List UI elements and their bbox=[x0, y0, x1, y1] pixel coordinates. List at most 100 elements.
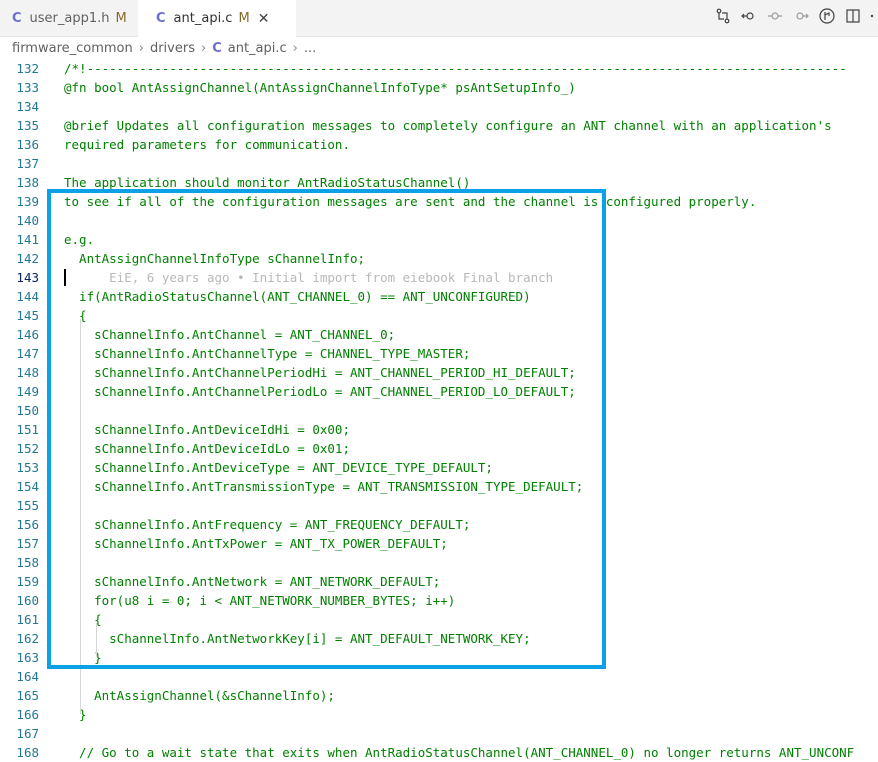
line-number: 156 bbox=[16, 517, 39, 532]
code-line[interactable]: 154 sChannelInfo.AntTransmissionType = A… bbox=[0, 477, 878, 496]
line-number: 163 bbox=[16, 650, 39, 665]
code-line[interactable]: 132 /*!----------------------------------… bbox=[0, 59, 878, 78]
code-line[interactable]: 142 AntAssignChannelInfoType sChannelInf… bbox=[0, 249, 878, 268]
commit-icon[interactable] bbox=[762, 8, 788, 28]
code-line[interactable]: 165 AntAssignChannel(&sChannelInfo); bbox=[0, 686, 878, 705]
code-text: /*!-------------------------------------… bbox=[64, 61, 847, 76]
code-line[interactable]: 153 sChannelInfo.AntDeviceType = ANT_DEV… bbox=[0, 458, 878, 477]
code-text: sChannelInfo.AntNetwork = ANT_NETWORK_DE… bbox=[64, 574, 441, 589]
code-line[interactable]: 133 @fn bool AntAssignChannel(AntAssignCh… bbox=[0, 78, 878, 97]
line-number: 157 bbox=[16, 536, 39, 551]
code-line[interactable]: 136 required parameters for communication… bbox=[0, 135, 878, 154]
code-line[interactable]: 140 bbox=[0, 211, 878, 230]
code-line[interactable]: 150 bbox=[0, 401, 878, 420]
code-line[interactable]: 158 bbox=[0, 553, 878, 572]
code-text: if(AntRadioStatusChannel(ANT_CHANNEL_0) … bbox=[64, 289, 531, 304]
code-line[interactable]: 134 bbox=[0, 97, 878, 116]
line-number: 146 bbox=[16, 327, 39, 342]
line-number: 149 bbox=[16, 384, 39, 399]
code-text: sChannelInfo.AntChannelType = CHANNEL_TY… bbox=[64, 346, 471, 361]
indent-guide bbox=[96, 623, 97, 657]
code-line[interactable]: 168 // Go to a wait state that exits whe… bbox=[0, 743, 878, 762]
source-control-compare-icon[interactable] bbox=[710, 8, 736, 28]
code-text: e.g. bbox=[64, 232, 95, 247]
code-text: @brief Updates all configuration message… bbox=[64, 118, 832, 133]
line-number: 168 bbox=[16, 745, 39, 760]
line-number: 167 bbox=[16, 726, 39, 741]
line-number: 164 bbox=[16, 669, 39, 684]
code-line[interactable]: 157 sChannelInfo.AntTxPower = ANT_TX_POW… bbox=[0, 534, 878, 553]
code-line[interactable]: 145 { bbox=[0, 306, 878, 325]
previous-change-icon[interactable] bbox=[736, 8, 762, 28]
line-number: 148 bbox=[16, 365, 39, 380]
git-graph-icon[interactable] bbox=[814, 8, 840, 28]
split-editor-icon[interactable] bbox=[840, 8, 866, 28]
line-number: 159 bbox=[16, 574, 39, 589]
code-line[interactable]: 137 bbox=[0, 154, 878, 173]
code-text: sChannelInfo.AntTxPower = ANT_TX_POWER_D… bbox=[64, 536, 448, 551]
code-line[interactable]: 148 sChannelInfo.AntChannelPeriodHi = AN… bbox=[0, 363, 878, 382]
line-number: 152 bbox=[16, 441, 39, 456]
code-line[interactable]: 159 sChannelInfo.AntNetwork = ANT_NETWOR… bbox=[0, 572, 878, 591]
line-number: 144 bbox=[16, 289, 39, 304]
code-line[interactable]: 143 EiE, 6 years ago • Initial import fr… bbox=[0, 268, 878, 287]
code-line[interactable]: 141 e.g. bbox=[0, 230, 878, 249]
modified-indicator: M bbox=[115, 10, 127, 26]
code-text: sChannelInfo.AntDeviceIdHi = 0x00; bbox=[64, 422, 350, 437]
chevron-right-icon: › bbox=[200, 40, 207, 56]
code-text: to see if all of the configuration messa… bbox=[64, 194, 757, 209]
code-line[interactable]: 167 bbox=[0, 724, 878, 743]
code-line[interactable]: 149 sChannelInfo.AntChannelPeriodLo = AN… bbox=[0, 382, 878, 401]
code-line[interactable]: 162 sChannelInfo.AntNetworkKey[i] = ANT_… bbox=[0, 629, 878, 648]
line-number: 134 bbox=[16, 99, 39, 114]
code-line[interactable]: 161 { bbox=[0, 610, 878, 629]
line-number: 158 bbox=[16, 555, 39, 570]
breadcrumb-item-firmware-common[interactable]: firmware_common bbox=[12, 41, 133, 56]
tab-ant-api-c[interactable]: C ant_api.c M ✕ bbox=[138, 0, 296, 37]
line-number: 166 bbox=[16, 707, 39, 722]
code-text: sChannelInfo.AntChannelPeriodLo = ANT_CH… bbox=[64, 384, 576, 399]
text-cursor bbox=[64, 269, 66, 286]
line-number: 138 bbox=[16, 175, 39, 190]
code-line[interactable]: 156 sChannelInfo.AntFrequency = ANT_FREQ… bbox=[0, 515, 878, 534]
code-line[interactable]: 163 } bbox=[0, 648, 878, 667]
c-file-icon: C bbox=[156, 11, 166, 26]
breadcrumb-item-file[interactable]: ant_api.c bbox=[228, 41, 287, 56]
code-line[interactable]: 164 bbox=[0, 667, 878, 686]
modified-indicator: M bbox=[238, 11, 250, 26]
line-number: 147 bbox=[16, 346, 39, 361]
breadcrumb: firmware_common › drivers › C ant_api.c … bbox=[0, 37, 878, 59]
code-text: The application should monitor AntRadioS… bbox=[64, 175, 471, 190]
line-number: 145 bbox=[16, 308, 39, 323]
code-line[interactable]: 135 @brief Updates all configuration mess… bbox=[0, 116, 878, 135]
more-actions-icon[interactable] bbox=[866, 8, 878, 28]
code-line[interactable]: 147 sChannelInfo.AntChannelType = CHANNE… bbox=[0, 344, 878, 363]
code-line[interactable]: 155 bbox=[0, 496, 878, 515]
code-editor[interactable]: 132 /*!----------------------------------… bbox=[0, 59, 878, 762]
breadcrumb-item-drivers[interactable]: drivers bbox=[150, 41, 195, 56]
indent-guide bbox=[80, 319, 81, 714]
line-number: 154 bbox=[16, 479, 39, 494]
code-line[interactable]: 152 sChannelInfo.AntDeviceIdLo = 0x01; bbox=[0, 439, 878, 458]
breadcrumb-item-symbols[interactable]: ... bbox=[304, 41, 316, 56]
close-icon[interactable]: ✕ bbox=[258, 11, 270, 27]
code-line[interactable]: 139 to see if all of the configuration me… bbox=[0, 192, 878, 211]
code-text: } bbox=[64, 707, 87, 722]
next-change-icon[interactable] bbox=[788, 8, 814, 28]
line-number: 142 bbox=[16, 251, 39, 266]
line-number: 137 bbox=[16, 156, 39, 171]
line-number: 150 bbox=[16, 403, 39, 418]
code-line[interactable]: 146 sChannelInfo.AntChannel = ANT_CHANNE… bbox=[0, 325, 878, 344]
code-text: sChannelInfo.AntFrequency = ANT_FREQUENC… bbox=[64, 517, 471, 532]
line-number: 132 bbox=[16, 61, 39, 76]
code-line[interactable]: 138 The application should monitor AntRad… bbox=[0, 173, 878, 192]
code-line[interactable]: 160 for(u8 i = 0; i < ANT_NETWORK_NUMBER… bbox=[0, 591, 878, 610]
code-line[interactable]: 151 sChannelInfo.AntDeviceIdHi = 0x00; bbox=[0, 420, 878, 439]
line-number: 135 bbox=[16, 118, 39, 133]
line-number: 139 bbox=[16, 194, 39, 209]
editor-actions bbox=[710, 0, 878, 36]
code-line[interactable]: 166 } bbox=[0, 705, 878, 724]
tab-user-app1-h[interactable]: C user_app1.h M bbox=[0, 0, 138, 36]
code-line[interactable]: 144 if(AntRadioStatusChannel(ANT_CHANNEL… bbox=[0, 287, 878, 306]
code-text: @fn bool AntAssignChannel(AntAssignChann… bbox=[64, 80, 576, 95]
